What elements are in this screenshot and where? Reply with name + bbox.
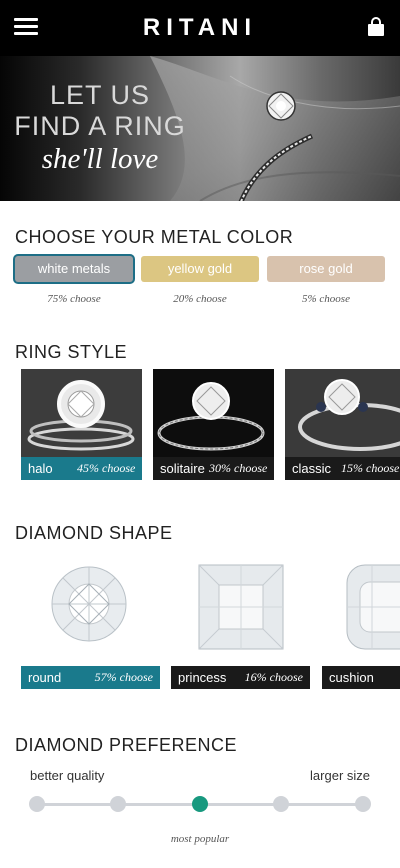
ring-style-percent: 45% choose	[77, 461, 136, 475]
hero-headline: LET US FIND A RING she'll love	[10, 80, 190, 176]
diamond-shape-name: cushion	[329, 670, 374, 685]
ring-style-solitaire[interactable]: solitaire 30% choose	[153, 369, 274, 480]
ring-style-name: halo	[28, 461, 53, 476]
hero-line-2: FIND A RING	[14, 111, 186, 141]
larger-size-label: larger size	[310, 768, 370, 783]
ring-style-title: RING STYLE	[15, 342, 128, 362]
princess-diamond-image	[198, 564, 284, 650]
hero-banner[interactable]: LET US FIND A RING she'll love	[0, 56, 400, 201]
princess-label-bar: princess 16% choose	[171, 666, 310, 689]
top-header: RITANI	[0, 0, 400, 56]
metal-option-rose[interactable]: rose gold	[267, 256, 385, 282]
solitaire-label-bar: solitaire 30% choose	[153, 457, 274, 480]
most-popular-caption: most popular	[170, 833, 230, 845]
shopping-bag-icon[interactable]	[366, 17, 386, 37]
classic-label-bar: classic 15% choose	[285, 457, 400, 480]
preference-step-2[interactable]	[110, 796, 126, 812]
round-label-bar: round 57% choose	[21, 666, 160, 689]
classic-ring-image	[285, 369, 400, 457]
ring-style-halo[interactable]: halo 45% choose	[21, 369, 142, 480]
better-quality-label: better quality	[30, 768, 105, 783]
diamond-shape-round[interactable]: round 57% choose	[21, 560, 160, 689]
round-diamond-image	[51, 566, 127, 642]
ring-style-classic[interactable]: classic 15% choose	[285, 369, 400, 480]
metal-rose-percent: 5% choose	[302, 293, 350, 305]
metal-option-white[interactable]: white metals	[15, 256, 133, 282]
halo-ring-image	[21, 369, 142, 457]
metal-color-title: CHOOSE YOUR METAL COLOR	[15, 227, 294, 247]
metal-option-yellow[interactable]: yellow gold	[141, 256, 259, 282]
preference-step-4[interactable]	[273, 796, 289, 812]
ring-style-name: solitaire	[160, 461, 205, 476]
preference-step-3-selected[interactable]	[192, 796, 208, 812]
preference-step-5[interactable]	[355, 796, 371, 812]
ring-style-name: classic	[292, 461, 332, 476]
diamond-shape-name: round	[28, 670, 62, 685]
brand-logo[interactable]: RITANI	[0, 14, 400, 42]
solitaire-ring-image	[153, 369, 274, 457]
hero-line-3: she'll love	[41, 143, 159, 175]
diamond-shape-percent: 57% choose	[94, 670, 153, 684]
diamond-shape-name: princess	[178, 670, 227, 685]
diamond-shape-princess[interactable]: princess 16% choose	[171, 560, 310, 689]
metal-yellow-percent: 20% choose	[173, 293, 227, 305]
halo-label-bar: halo 45% choose	[21, 457, 142, 480]
diamond-preference-title: DIAMOND PREFERENCE	[15, 735, 238, 755]
diamond-shape-percent: 16% choose	[244, 670, 303, 684]
metal-white-percent: 75% choose	[47, 293, 101, 305]
ring-style-percent: 15% choose	[341, 461, 400, 475]
diamond-shape-cushion[interactable]: cushion	[322, 560, 400, 689]
hero-line-1: LET US	[49, 80, 151, 110]
cushion-label-bar: cushion	[322, 666, 400, 689]
cushion-diamond-image	[346, 564, 400, 650]
preference-step-1[interactable]	[29, 796, 45, 812]
diamond-shape-title: DIAMOND SHAPE	[15, 523, 173, 543]
ring-style-percent: 30% choose	[209, 461, 268, 475]
